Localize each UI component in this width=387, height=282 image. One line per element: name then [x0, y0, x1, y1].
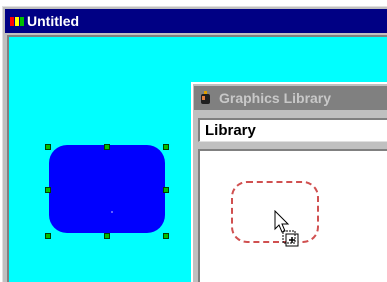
selected-rounded-rectangle[interactable]: [49, 145, 165, 233]
arrow-cursor-icon: [274, 210, 299, 247]
app-icon: [10, 17, 24, 26]
selection-handle-top-left[interactable]: [45, 144, 51, 150]
library-icon: [201, 91, 210, 104]
selection-handle-top[interactable]: [104, 144, 110, 150]
selection-handle-bottom-right[interactable]: [163, 233, 169, 239]
library-title: Graphics Library: [219, 90, 332, 106]
selection-handle-bottom[interactable]: [104, 233, 110, 239]
library-titlebar[interactable]: Graphics Library: [194, 86, 387, 110]
window-title: Untitled: [27, 13, 80, 29]
library-selector-value: Library: [205, 122, 256, 139]
library-selector[interactable]: Library: [198, 118, 387, 142]
selection-handle-left[interactable]: [45, 187, 51, 193]
selection-handle-bottom-left[interactable]: [45, 233, 51, 239]
shape-center-marker: [111, 211, 113, 213]
main-titlebar[interactable]: Untitled: [5, 9, 387, 33]
selection-handle-top-right[interactable]: [163, 144, 169, 150]
copy-plus-icon: [282, 230, 299, 247]
selection-handle-right[interactable]: [163, 187, 169, 193]
